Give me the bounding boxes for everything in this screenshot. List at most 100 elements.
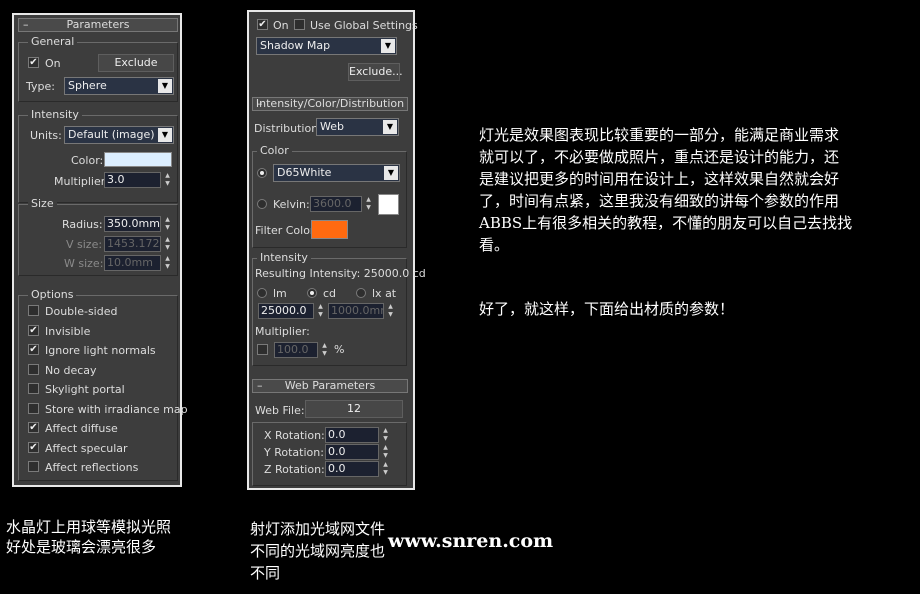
x-rotation-value[interactable]: 0.0 bbox=[325, 427, 379, 443]
use-global-settings-checkbox[interactable] bbox=[294, 19, 305, 30]
units-dropdown[interactable]: Default (image) ▼ bbox=[64, 126, 174, 144]
color-swatch[interactable] bbox=[104, 152, 172, 167]
option-label: Ignore light normals bbox=[45, 344, 156, 357]
spinner-arrows-icon[interactable]: ▲ ▼ bbox=[381, 461, 390, 477]
cd-label: cd bbox=[323, 287, 337, 300]
shadow-on-checkbox[interactable]: ✔ bbox=[257, 19, 268, 30]
right-paragraph-line2: 就可以了，不必要做成照片，重点还是设计的能力，还 bbox=[479, 148, 840, 166]
option-checkbox[interactable]: ✔ bbox=[28, 325, 39, 336]
option-label: Skylight portal bbox=[45, 383, 125, 396]
y-rotation-label: Y Rotation: bbox=[264, 446, 324, 459]
radius-value[interactable]: 350.0mm bbox=[104, 216, 161, 232]
radius-spinner[interactable]: 350.0mm ▲ ▼ bbox=[104, 216, 172, 232]
exclude-button[interactable]: Exclude bbox=[98, 54, 174, 72]
wsize-label: W size: bbox=[64, 257, 104, 270]
spinner-arrows-icon[interactable]: ▲ ▼ bbox=[316, 303, 325, 319]
units-value: Default (image) bbox=[68, 128, 155, 141]
distance-value: 1000.0mr bbox=[328, 303, 384, 319]
color-preset-value: D65White bbox=[277, 166, 332, 179]
spinner-arrows-icon[interactable]: ▲ ▼ bbox=[381, 427, 390, 443]
left-caption-line1: 水晶灯上用球等模拟光照 bbox=[6, 518, 172, 536]
option-checkbox[interactable]: ✔ bbox=[28, 442, 39, 453]
kelvin-value: 3600.0 bbox=[310, 196, 362, 212]
intensity-group-label: Intensity bbox=[28, 109, 82, 121]
intensity-color-distribution-rollout-header[interactable]: – Intensity/Color/Distribution bbox=[252, 97, 408, 111]
filter-color-swatch[interactable] bbox=[311, 220, 348, 239]
option-checkbox[interactable]: ✔ bbox=[28, 344, 39, 355]
lm-label: lm bbox=[273, 287, 287, 300]
cd-radio[interactable] bbox=[307, 288, 317, 298]
web-rollout-title: Web Parameters bbox=[284, 379, 376, 392]
intensity-spinner[interactable]: 25000.0 ▲ ▼ bbox=[258, 303, 325, 319]
spinner-arrows-icon: ▲ ▼ bbox=[366, 196, 371, 211]
option-checkbox[interactable] bbox=[28, 403, 39, 414]
right-paragraph-line3: 是建议把更多的时间用在设计上，这样效果自然就会好 bbox=[479, 170, 840, 188]
spinner-arrows-icon[interactable]: ▲ ▼ bbox=[163, 216, 172, 232]
x-rotation-spinner[interactable]: 0.0 ▲ ▼ bbox=[325, 427, 390, 443]
multiplier-spinner[interactable]: 3.0 ▲ ▼ bbox=[104, 172, 172, 188]
resulting-intensity: Resulting Intensity: 25000.0 cd bbox=[255, 267, 426, 280]
option-label: Affect diffuse bbox=[45, 422, 118, 435]
multiplier-label: Multiplier: bbox=[255, 325, 310, 338]
general-group-label: General bbox=[28, 36, 78, 48]
vsize-label: V size: bbox=[66, 238, 103, 251]
intensity-value[interactable]: 25000.0 bbox=[258, 303, 314, 319]
type-dropdown[interactable]: Sphere ▼ bbox=[64, 77, 174, 95]
kelvin-radio[interactable] bbox=[257, 199, 267, 209]
multiplier-value[interactable]: 3.0 bbox=[104, 172, 161, 188]
shadow-type-dropdown[interactable]: Shadow Map ▼ bbox=[256, 37, 397, 55]
vsize-spinner: 1453.172 ▲ ▼ bbox=[104, 236, 172, 252]
multiplier-checkbox[interactable] bbox=[257, 344, 268, 355]
site-watermark: www.snren.com bbox=[388, 530, 554, 552]
rollout-title: Intensity/Color/Distribution bbox=[255, 97, 405, 110]
color-label: Color: bbox=[71, 154, 104, 167]
parameters-rollout-header[interactable]: – Parameters bbox=[18, 18, 178, 32]
web-file-label: Web File: bbox=[255, 404, 305, 417]
type-label: Type: bbox=[26, 80, 55, 93]
option-label: Affect specular bbox=[45, 442, 128, 455]
y-rotation-spinner[interactable]: 0.0 ▲ ▼ bbox=[325, 444, 390, 460]
percent-label: % bbox=[334, 343, 345, 356]
exclude-button[interactable]: Exclude... bbox=[348, 63, 403, 81]
color-preset-dropdown[interactable]: D65White ▼ bbox=[273, 164, 400, 182]
shadow-on-label: On bbox=[273, 19, 289, 32]
z-rotation-label: Z Rotation: bbox=[264, 463, 325, 476]
option-checkbox[interactable] bbox=[28, 305, 39, 316]
spinner-arrows-icon: ▲ ▼ bbox=[165, 236, 170, 251]
option-checkbox[interactable]: ✔ bbox=[28, 422, 39, 433]
mid-caption-line3: 不同 bbox=[250, 564, 281, 582]
wsize-spinner: 10.0mm ▲ ▼ bbox=[104, 255, 172, 271]
kelvin-color-swatch[interactable] bbox=[378, 194, 399, 215]
mid-caption-line1: 射灯添加光域网文件 bbox=[250, 520, 386, 538]
on-checkbox[interactable]: ✔ bbox=[28, 57, 39, 68]
spinner-arrows-icon[interactable]: ▲ ▼ bbox=[381, 444, 390, 460]
right-paragraph-line4: 了，时间有点紧，这里我没有细致的讲每个参数的作用 bbox=[479, 192, 840, 210]
right-paragraph-line1: 灯光是效果图表现比较重要的一部分，能满足商业需求 bbox=[479, 126, 840, 144]
use-global-settings-label: Use Global Settings bbox=[310, 19, 418, 32]
intensity-group-label: Intensity bbox=[257, 252, 311, 264]
option-checkbox[interactable] bbox=[28, 461, 39, 472]
web-file-button[interactable]: 12 bbox=[305, 400, 403, 418]
mid-caption-line2: 不同的光域网亮度也 bbox=[250, 542, 386, 560]
option-checkbox[interactable] bbox=[28, 364, 39, 375]
option-label: Affect reflections bbox=[45, 461, 139, 474]
filter-color-label: Filter Color: bbox=[255, 224, 318, 237]
spinner-arrows-icon[interactable]: ▲ ▼ bbox=[163, 172, 172, 188]
option-checkbox[interactable] bbox=[28, 383, 39, 394]
options-group-label: Options bbox=[28, 289, 77, 301]
y-rotation-value[interactable]: 0.0 bbox=[325, 444, 379, 460]
lm-radio[interactable] bbox=[257, 288, 267, 298]
web-parameters-rollout-header[interactable]: – Web Parameters bbox=[252, 379, 408, 393]
lx-radio[interactable] bbox=[356, 288, 366, 298]
right-paragraph-line6: 看。 bbox=[479, 236, 510, 254]
photometric-light-panel: ✔ On Use Global Settings Shadow Map ▼ Ex… bbox=[247, 10, 426, 490]
right-paragraph-line5: ABBS上有很多相关的教程，不懂的朋友可以自己去找找 bbox=[479, 214, 853, 232]
z-rotation-spinner[interactable]: 0.0 ▲ ▼ bbox=[325, 461, 390, 477]
kelvin-spinner: 3600.0 ▲ ▼ bbox=[310, 196, 373, 212]
distribution-dropdown[interactable]: Web ▼ bbox=[316, 118, 399, 136]
z-rotation-value[interactable]: 0.0 bbox=[325, 461, 379, 477]
color-preset-radio[interactable] bbox=[257, 168, 267, 178]
collapse-icon: – bbox=[23, 18, 29, 31]
spinner-arrows-icon: ▲ ▼ bbox=[322, 342, 327, 357]
chevron-down-icon: ▼ bbox=[383, 120, 397, 134]
